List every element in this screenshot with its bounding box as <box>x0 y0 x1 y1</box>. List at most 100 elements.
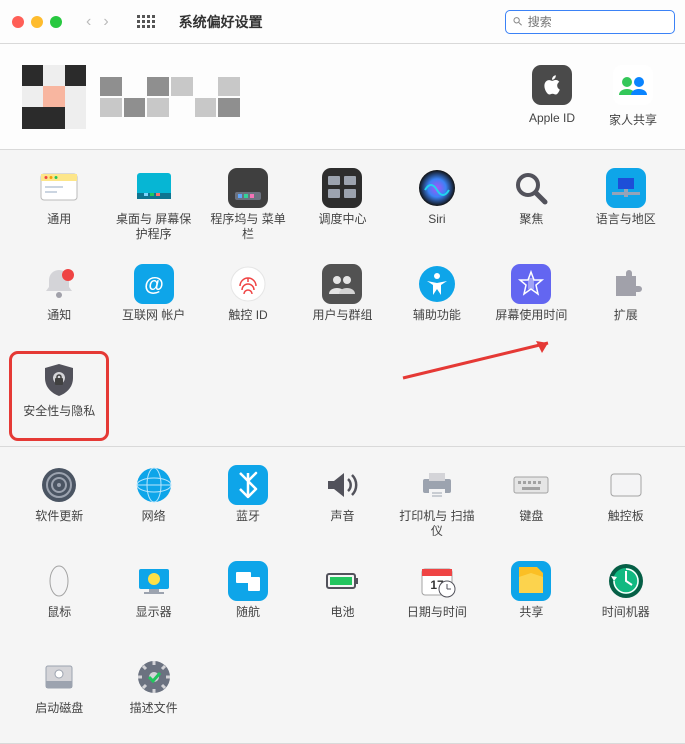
pref-label: 语言与地区 <box>596 212 656 242</box>
svg-text:@: @ <box>144 274 164 296</box>
pref-dock[interactable]: 程序坞与 菜单栏 <box>203 164 293 244</box>
pref-keyboard[interactable]: 键盘 <box>486 461 576 541</box>
pref-label: 辅助功能 <box>413 308 461 338</box>
security-icon <box>39 360 79 400</box>
accessibility-icon <box>417 264 457 304</box>
pref-label: 随航 <box>236 605 260 635</box>
language-icon <box>606 168 646 208</box>
pref-screentime[interactable]: 屏幕使用时间 <box>486 260 576 340</box>
pref-label: 通用 <box>47 212 71 242</box>
extensions-icon <box>606 264 646 304</box>
pref-update[interactable]: 软件更新 <box>14 461 104 541</box>
apple-id-button[interactable]: Apple ID <box>529 65 575 128</box>
keyboard-icon <box>511 465 551 505</box>
pref-notifications[interactable]: 通知 <box>14 260 104 340</box>
minimize-window-button[interactable] <box>31 16 43 28</box>
pref-label: 网络 <box>142 509 166 539</box>
toolbar: ‹ › 系统偏好设置 <box>0 0 685 44</box>
pref-label: 屏幕使用时间 <box>495 308 567 338</box>
pref-general[interactable]: 通用 <box>14 164 104 244</box>
pref-label: 蓝牙 <box>236 509 260 539</box>
nav-arrows: ‹ › <box>82 13 113 31</box>
pref-profiles[interactable]: 描述文件 <box>108 653 198 733</box>
pref-label: 用户与群组 <box>312 308 372 338</box>
desktop-icon <box>134 168 174 208</box>
prefs-section-1: 通用 桌面与 屏幕保护程序程序坞与 菜单栏调度中心 Siri 聚焦 语言与地区通知 @互联… <box>0 150 685 447</box>
window-title: 系统偏好设置 <box>179 12 263 32</box>
pref-mission[interactable]: 调度中心 <box>297 164 387 244</box>
pref-label: 触控 ID <box>228 308 267 338</box>
pref-startup[interactable]: 启动磁盘 <box>14 653 104 733</box>
pref-security[interactable]: 安全性与隐私 <box>14 356 104 436</box>
pref-label: 电池 <box>330 605 354 635</box>
pref-label: 通知 <box>47 308 71 338</box>
siri-icon <box>417 168 457 208</box>
pref-accessibility[interactable]: 辅助功能 <box>392 260 482 340</box>
datetime-icon: 17 <box>417 561 457 601</box>
pref-desktop[interactable]: 桌面与 屏幕保护程序 <box>108 164 198 244</box>
zoom-window-button[interactable] <box>50 16 62 28</box>
pref-network[interactable]: 网络 <box>108 461 198 541</box>
back-button[interactable]: ‹ <box>82 13 95 31</box>
pref-label: 扩展 <box>614 308 638 338</box>
pref-displays[interactable]: 显示器 <box>108 557 198 637</box>
pref-label: 键盘 <box>519 509 543 539</box>
pref-mouse[interactable]: 鼠标 <box>14 557 104 637</box>
pref-label: 调度中心 <box>318 212 366 242</box>
pref-trackpad[interactable]: 触控板 <box>581 461 671 541</box>
search-input[interactable] <box>528 15 668 29</box>
prefs-section-2: 软件更新网络 蓝牙 声音打印机与 扫描仪 键盘 触控板鼠标 显示器随航 电池 17 日期与时间 共… <box>0 447 685 744</box>
pref-printers[interactable]: 打印机与 扫描仪 <box>392 461 482 541</box>
screentime-icon <box>511 264 551 304</box>
pref-touchid[interactable]: 触控 ID <box>203 260 293 340</box>
family-sharing-button[interactable]: 家人共享 <box>609 65 657 128</box>
pref-label: 鼠标 <box>47 605 71 635</box>
pref-timemachine[interactable]: 时间机器 <box>581 557 671 637</box>
search-box[interactable] <box>505 10 675 34</box>
pref-label: 打印机与 扫描仪 <box>394 509 480 539</box>
apple-id-icon <box>532 65 572 105</box>
pref-language[interactable]: 语言与地区 <box>581 164 671 244</box>
pref-siri[interactable]: Siri <box>392 164 482 244</box>
apple-id-label: Apple ID <box>529 111 575 125</box>
pref-sound[interactable]: 声音 <box>297 461 387 541</box>
forward-button[interactable]: › <box>99 13 112 31</box>
update-icon <box>39 465 79 505</box>
pref-internet[interactable]: @互联网 帐户 <box>108 260 198 340</box>
close-window-button[interactable] <box>12 16 24 28</box>
trackpad-icon <box>606 465 646 505</box>
pref-label: 共享 <box>519 605 543 635</box>
printers-icon <box>417 465 457 505</box>
pref-sidecar[interactable]: 随航 <box>203 557 293 637</box>
pref-datetime[interactable]: 17 日期与时间 <box>392 557 482 637</box>
pref-spotlight[interactable]: 聚焦 <box>486 164 576 244</box>
user-avatar[interactable] <box>22 65 86 129</box>
pref-label: 日期与时间 <box>407 605 467 635</box>
pref-extensions[interactable]: 扩展 <box>581 260 671 340</box>
network-icon <box>134 465 174 505</box>
sidecar-icon <box>228 561 268 601</box>
pref-label: 时间机器 <box>602 605 650 635</box>
sound-icon <box>322 465 362 505</box>
pref-label: 安全性与隐私 <box>23 404 95 434</box>
pref-label: 桌面与 屏幕保护程序 <box>110 212 196 242</box>
show-all-icon[interactable] <box>137 15 155 28</box>
window-controls <box>12 16 62 28</box>
pref-battery[interactable]: 电池 <box>297 557 387 637</box>
pref-bluetooth[interactable]: 蓝牙 <box>203 461 293 541</box>
pref-label: 聚焦 <box>519 212 543 242</box>
user-name <box>100 77 240 117</box>
pref-sharing[interactable]: 共享 <box>486 557 576 637</box>
pref-label: Siri <box>428 212 445 242</box>
pref-users[interactable]: 用户与群组 <box>297 260 387 340</box>
sharing-icon <box>511 561 551 601</box>
users-icon <box>322 264 362 304</box>
search-icon <box>512 15 524 28</box>
pref-label: 启动磁盘 <box>35 701 83 731</box>
timemachine-icon <box>606 561 646 601</box>
pref-label: 程序坞与 菜单栏 <box>205 212 291 242</box>
family-sharing-icon <box>613 65 653 105</box>
displays-icon <box>134 561 174 601</box>
bluetooth-icon <box>228 465 268 505</box>
general-icon <box>39 168 79 208</box>
